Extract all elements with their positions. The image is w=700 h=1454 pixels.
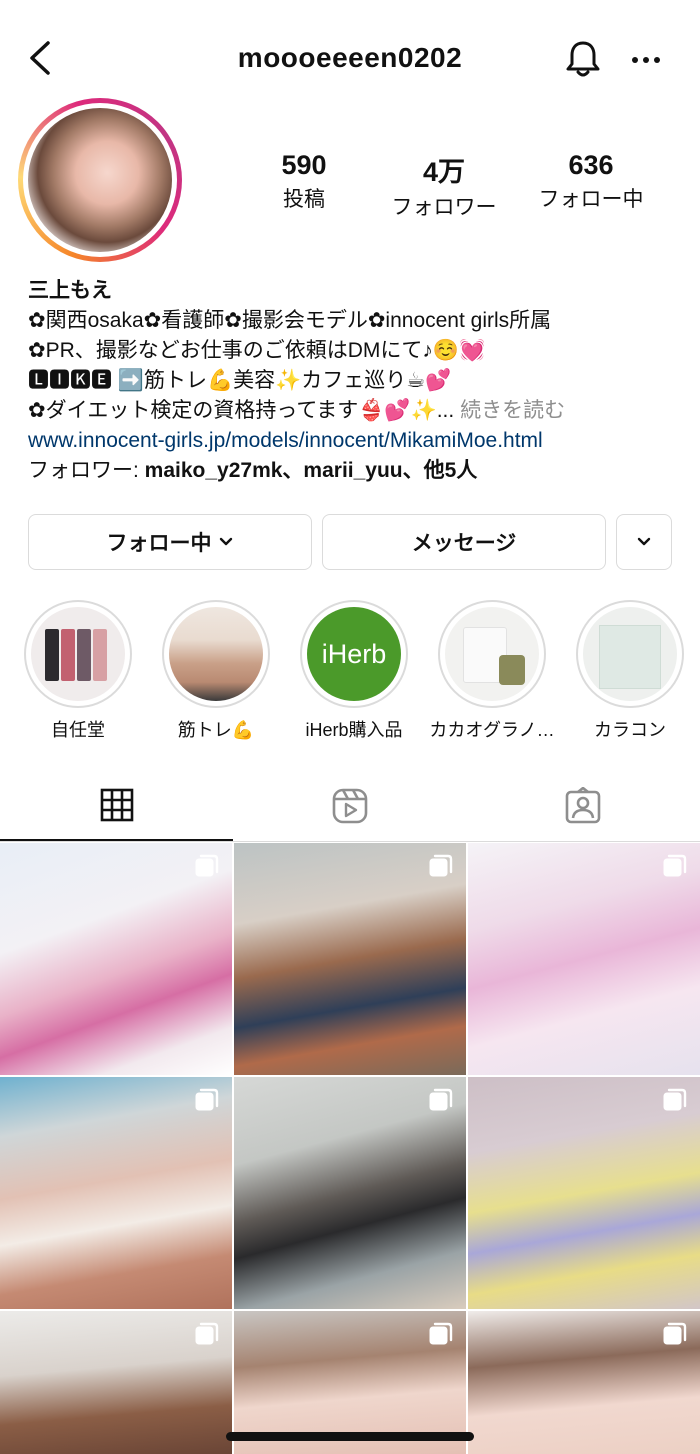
stat-label: フォロー中	[538, 188, 644, 211]
profile-stats: 590 投稿 4万 フォロワー 636 フォロー中	[226, 150, 686, 221]
highlight-cover	[445, 607, 539, 701]
highlight-cover	[169, 607, 263, 701]
highlight-item[interactable]: カラコン	[574, 600, 686, 742]
bio-line: 🅻🅸🅺🅴 ➡️筋トレ💪美容✨カフェ巡り☕💕	[28, 369, 452, 392]
stat-posts[interactable]: 590 投稿	[226, 150, 382, 221]
read-more-link[interactable]: 続きを読む	[460, 399, 565, 422]
multi-post-icon	[195, 854, 219, 877]
profile-tabs	[0, 770, 700, 842]
multi-post-icon	[429, 1088, 453, 1111]
stat-label: 投稿	[283, 188, 325, 211]
message-button[interactable]: メッセージ	[322, 514, 606, 570]
highlight-label: カラコン	[594, 720, 666, 740]
display-name: 三上もえ	[28, 279, 112, 302]
stat-followers[interactable]: 4万 フォロワー	[382, 150, 506, 221]
profile-header: moooeeeen0202	[0, 30, 700, 90]
post-thumbnail[interactable]	[0, 1077, 232, 1309]
followed-by-names: maiko_y27mk、marii_yuu、他5人	[144, 459, 478, 482]
multi-post-icon	[429, 1322, 453, 1345]
tab-tagged[interactable]	[466, 770, 699, 841]
highlight-cover	[31, 607, 125, 701]
multi-post-icon	[663, 1322, 687, 1345]
reels-icon	[332, 788, 367, 823]
iherb-logo-text: iHerb	[321, 638, 387, 669]
message-button-label: メッセージ	[411, 532, 517, 555]
following-button-label: フォロー中	[106, 532, 212, 555]
stat-following[interactable]: 636 フォロー中	[516, 150, 666, 221]
highlight-item[interactable]: 自任堂	[22, 600, 134, 742]
stat-value: 636	[568, 150, 614, 180]
tagged-person-icon	[565, 786, 600, 823]
profile-avatar[interactable]	[18, 98, 182, 262]
post-thumbnail[interactable]	[0, 843, 232, 1075]
multi-post-icon	[663, 854, 687, 877]
avatar-photo	[28, 108, 172, 252]
post-thumbnail[interactable]	[468, 1311, 700, 1454]
followed-by[interactable]: フォロワー: maiko_y27mk、marii_yuu、他5人	[28, 456, 688, 486]
stat-value: 4万	[422, 157, 466, 187]
more-options-icon[interactable]	[628, 46, 664, 74]
iherb-logo-icon: iHerb	[307, 607, 401, 701]
highlight-item[interactable]: 筋トレ💪	[160, 600, 272, 742]
grid-icon	[100, 788, 133, 821]
post-thumbnail[interactable]	[0, 1311, 232, 1454]
website-link[interactable]: www.innocent-girls.jp/models/innocent/Mi…	[28, 426, 688, 456]
highlight-cover	[583, 607, 677, 701]
highlight-item[interactable]: iHerb iHerb購入品	[298, 600, 410, 742]
followed-by-prefix: フォロワー:	[28, 459, 145, 482]
multi-post-icon	[195, 1322, 219, 1345]
highlight-label: 筋トレ💪	[177, 720, 255, 740]
following-button[interactable]: フォロー中	[28, 514, 312, 570]
highlight-label: カカオグラノ…	[429, 720, 555, 740]
stat-value: 590	[281, 150, 327, 180]
profile-bio: 三上もえ ✿関西osaka✿看護師✿撮影会モデル✿innocent girls所…	[28, 276, 688, 486]
bio-line: ✿関西osaka✿看護師✿撮影会モデル✿innocent girls所属	[28, 309, 552, 332]
highlight-item[interactable]: カカオグラノ…	[429, 600, 555, 742]
tab-posts-grid[interactable]	[0, 770, 233, 841]
bio-line: ✿ダイエット検定の資格持ってます👙💕✨... 続きを読む	[28, 396, 688, 426]
multi-post-icon	[195, 1088, 219, 1111]
post-thumbnail[interactable]	[234, 1077, 466, 1309]
highlight-label: 自任堂	[51, 720, 105, 740]
bell-icon[interactable]	[562, 38, 604, 80]
post-thumbnail[interactable]	[468, 1077, 700, 1309]
tab-reels[interactable]	[233, 770, 466, 841]
bio-line: ✿PR、撮影などお仕事のご依頼はDMにて♪☺️💓	[28, 339, 486, 362]
chevron-down-icon	[637, 537, 651, 546]
post-thumbnail[interactable]	[468, 843, 700, 1075]
suggested-accounts-button[interactable]	[616, 514, 672, 570]
story-highlights: 自任堂 筋トレ💪 iHerb iHerb購入品 カカオグラノ… カラコン	[0, 600, 700, 750]
bio-line-text: ✿ダイエット検定の資格持ってます👙💕✨...	[28, 399, 455, 422]
multi-post-icon	[429, 854, 453, 877]
chevron-down-icon	[219, 537, 232, 546]
multi-post-icon	[663, 1088, 687, 1111]
highlight-label: iHerb購入品	[305, 720, 403, 740]
post-thumbnail[interactable]	[234, 843, 466, 1075]
home-indicator[interactable]	[226, 1432, 474, 1441]
stat-label: フォロワー	[391, 196, 497, 219]
